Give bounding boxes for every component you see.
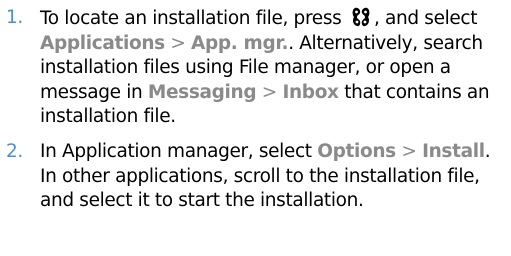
menu-separator: >	[261, 81, 278, 103]
ui-term-options: Options	[317, 140, 396, 162]
ui-term-app-mgr: App. mgr.	[191, 32, 289, 54]
menu-separator: >	[401, 140, 417, 162]
ui-term-inbox: Inbox	[282, 81, 339, 103]
step-number: 2.	[6, 140, 23, 162]
step-text: To locate an installation file, press	[40, 8, 342, 29]
ui-term-applications: Applications	[40, 32, 165, 54]
instruction-document: 1. To locate an installation file, press …	[0, 0, 511, 256]
ui-term-messaging: Messaging	[147, 81, 257, 103]
step-1: 1. To locate an installation file, press …	[0, 6, 503, 130]
step-number: 1.	[6, 7, 23, 28]
step-text: In Application manager, select	[40, 140, 312, 162]
step-text: , and select	[373, 8, 478, 29]
step-2: 2. In Application manager, select Options…	[0, 140, 503, 214]
installation-steps: 1. To locate an installation file, press …	[0, 6, 503, 214]
menu-key-icon	[351, 6, 371, 28]
menu-separator: >	[170, 32, 186, 54]
ui-term-install: Install	[422, 140, 485, 162]
